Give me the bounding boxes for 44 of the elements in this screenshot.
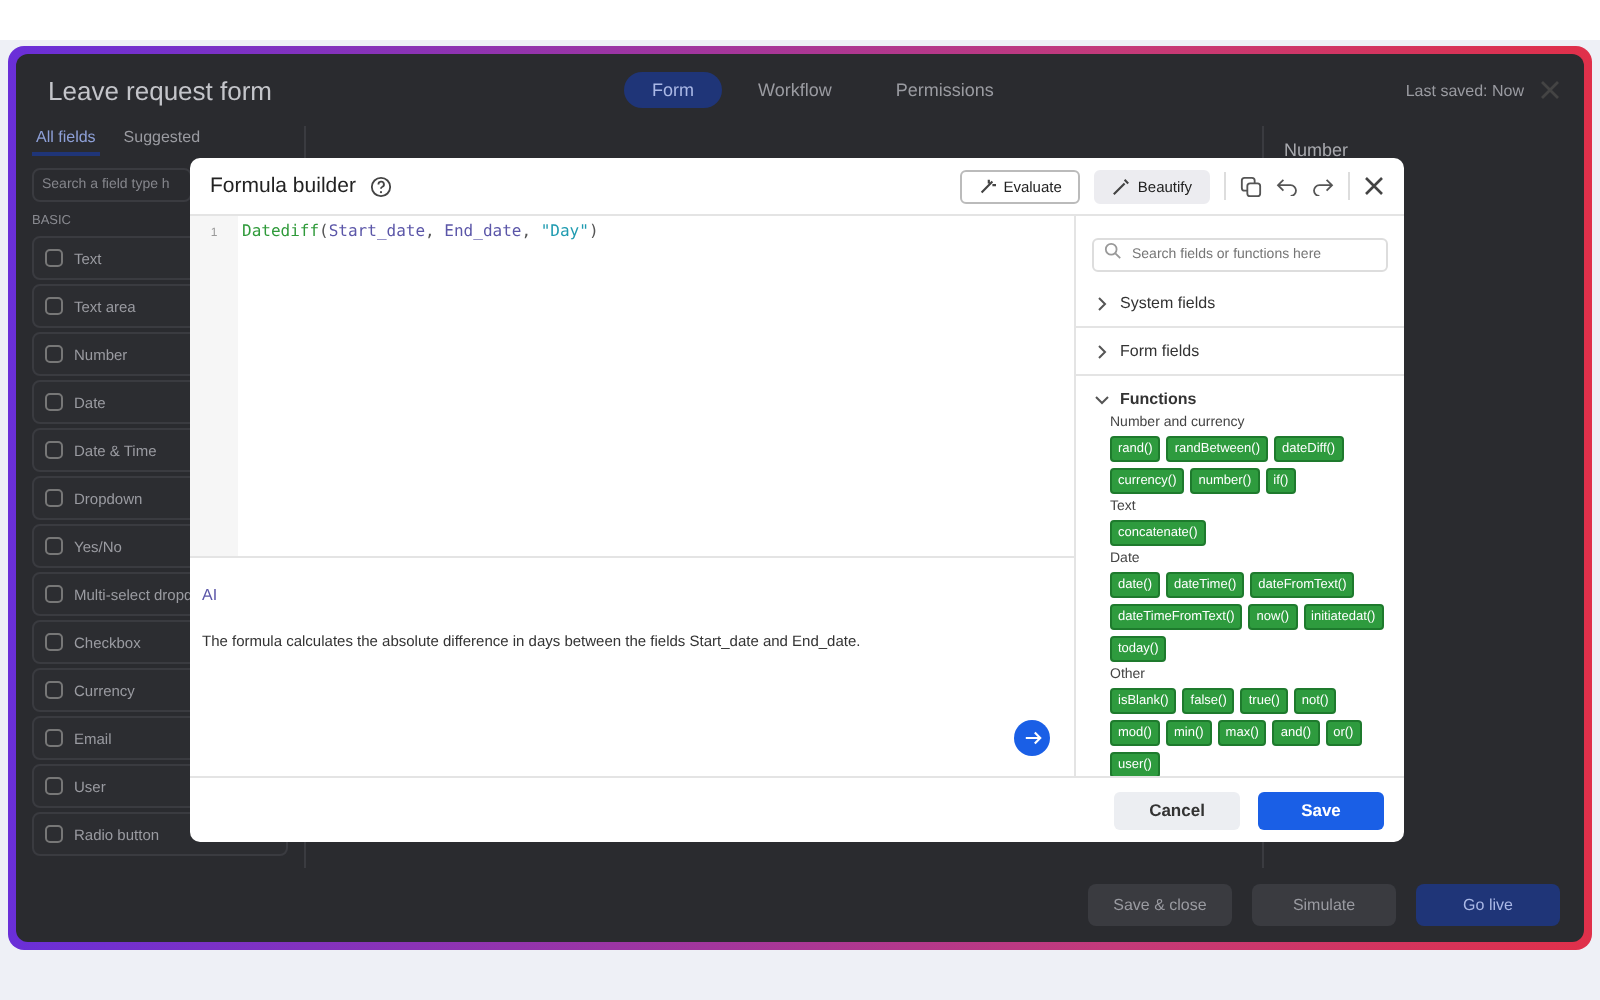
section-toggle[interactable]: Form fields <box>1076 328 1404 376</box>
dialog-title: Formula builder <box>210 174 356 198</box>
panel-title: Number <box>1284 140 1349 160</box>
sidebar-tab[interactable]: Suggested <box>119 126 205 156</box>
redo-icon[interactable] <box>1312 177 1334 195</box>
chevron-icon <box>1094 295 1110 311</box>
view-tab[interactable]: Workflow <box>730 72 860 108</box>
form-title: Leave request form <box>48 75 275 105</box>
section-toggle[interactable]: Functions <box>1076 376 1404 416</box>
square-icon <box>44 536 64 556</box>
formula-code[interactable]: Datediff(Start_date, End_date, "Day") <box>242 216 599 242</box>
square-icon <box>44 584 64 604</box>
chevron-icon <box>1094 391 1110 407</box>
square-icon <box>44 776 64 796</box>
section-toggle[interactable]: System fields <box>1076 280 1404 328</box>
help-icon[interactable] <box>369 175 392 197</box>
view-tab[interactable]: Form <box>624 72 722 108</box>
sparkle-wand-icon <box>977 177 996 195</box>
square-icon <box>44 488 64 508</box>
square-icon <box>44 440 64 460</box>
sidebar-tab[interactable]: All fields <box>32 126 100 156</box>
footer-button[interactable]: Save & close <box>1088 884 1232 926</box>
square-icon <box>44 824 64 844</box>
send-button[interactable] <box>1014 720 1050 756</box>
square-icon <box>44 728 64 748</box>
dialog-button[interactable]: Cancel <box>1114 791 1240 829</box>
wand-icon <box>1111 177 1130 195</box>
ai-label: AI <box>202 586 218 604</box>
copy-icon[interactable] <box>1240 175 1262 197</box>
view-tab[interactable]: Permissions <box>867 72 1022 108</box>
footer-button[interactable]: Go live <box>1416 884 1560 926</box>
dialog-button[interactable]: Save <box>1258 791 1384 829</box>
last-saved-text: Last saved: Now <box>1405 81 1524 99</box>
square-icon <box>44 296 64 316</box>
square-icon <box>44 392 64 412</box>
footer-button[interactable]: Simulate <box>1252 884 1396 926</box>
square-icon <box>44 344 64 364</box>
arrow-right-icon <box>1023 730 1041 746</box>
undo-icon[interactable] <box>1276 177 1298 195</box>
square-icon <box>44 248 64 268</box>
close-icon[interactable] <box>1364 176 1384 196</box>
square-icon <box>44 632 64 652</box>
square-icon <box>44 680 64 700</box>
chevron-icon <box>1094 343 1110 359</box>
